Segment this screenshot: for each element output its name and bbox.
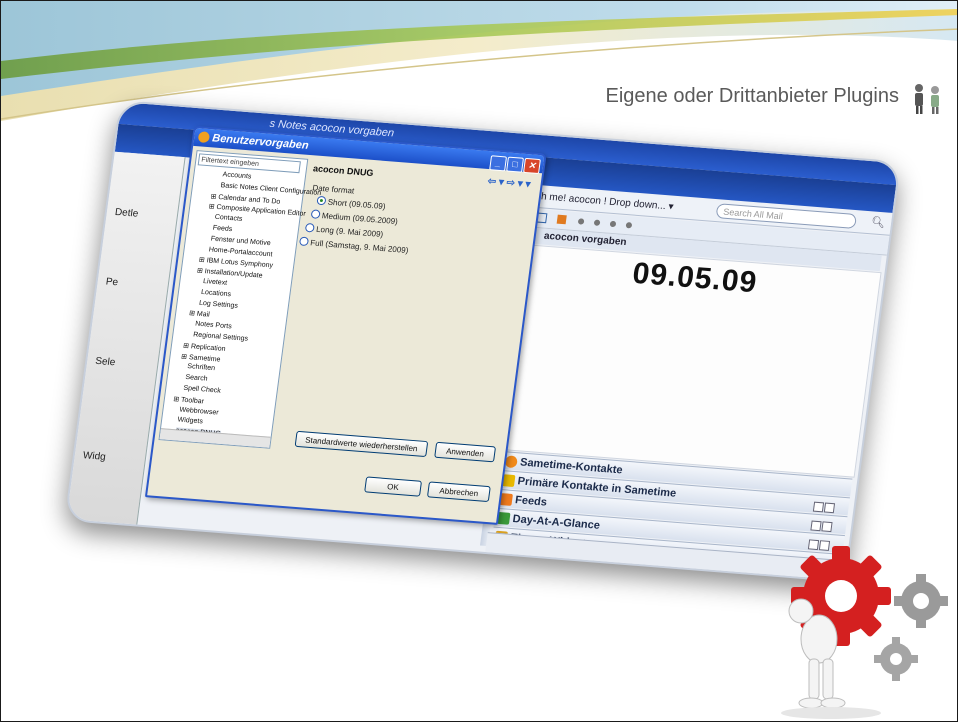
tree-item[interactable]: Notes Ports <box>195 321 232 331</box>
tree-item[interactable]: Regional Settings <box>193 331 249 342</box>
radio-label: Medium (09.05.2009) <box>321 211 399 227</box>
cancel-button[interactable]: Abbrechen <box>426 481 491 503</box>
tree-item-label: Spell Check <box>182 384 222 395</box>
radio-short[interactable]: Short (09.05.09) <box>316 195 387 212</box>
tree-item-label: Livetext <box>202 278 228 287</box>
minimize-icon[interactable]: _ <box>489 155 508 172</box>
tree-item[interactable]: ⊞ Toolbar <box>173 395 205 405</box>
app-icon <box>197 131 211 144</box>
ok-button[interactable]: OK <box>364 476 423 497</box>
tree-item[interactable]: Widgets <box>177 417 203 426</box>
gears-figure-icon <box>781 546 948 719</box>
radio-label: Long (9. Mai 2009) <box>315 224 384 239</box>
apply-button[interactable]: Anwenden <box>434 441 497 463</box>
row-controls[interactable] <box>807 518 841 550</box>
left-strip-item[interactable]: Pe <box>105 276 119 288</box>
tree-item[interactable]: Search <box>185 374 208 383</box>
tree-item[interactable]: ⊞ Sametime <box>181 352 221 363</box>
tree-item-label: Home-Portalaccount <box>208 245 273 258</box>
radio-icon <box>310 209 321 219</box>
row-controls[interactable] <box>810 500 843 531</box>
sidebar-row-label: Feeds <box>514 494 548 509</box>
slide-title: Eigene oder Drittanbieter Plugins <box>605 85 899 107</box>
preferences-dialog: Benutzervorgaben _ □ ✕ Filtertext eingeben… <box>144 125 547 525</box>
tree-item[interactable]: Accounts <box>222 171 252 180</box>
tree-item-label: Notes Ports <box>194 320 233 331</box>
tree-item-label: Log Settings <box>198 299 239 310</box>
left-strip-item[interactable]: Sele <box>95 356 116 368</box>
tree-item-label: Mail <box>196 311 211 320</box>
radio-long[interactable]: Long (9. Mai 2009) <box>304 222 384 239</box>
slide: Eigene oder Drittanbieter Plugins s Note… <box>0 0 958 722</box>
radio-label: Full (Samstag, 9. Mai 2009) <box>309 238 409 255</box>
tree-item[interactable]: Contacts <box>214 214 242 223</box>
screenshot: s Notes acocon vorgaben Detle Pe Sele Wi… <box>64 99 902 583</box>
tree-item[interactable]: Locations <box>201 289 232 298</box>
radio-icon <box>298 236 310 247</box>
left-strip-item[interactable]: Detle <box>114 207 139 220</box>
tree-item[interactable]: Fenster und Motive <box>210 235 271 247</box>
restore-defaults-button[interactable]: Standardwerte wiederherstellen <box>294 430 429 458</box>
radio-icon <box>304 222 315 233</box>
dialog-title: Benutzervorgaben <box>211 132 310 152</box>
radio-label: Short (09.05.09) <box>327 197 387 212</box>
tree-item[interactable]: Webbrowser <box>179 406 219 416</box>
tree-item[interactable]: Feeds <box>212 225 232 233</box>
notes-window: s Notes acocon vorgaben Detle Pe Sele Wi… <box>64 99 902 583</box>
tree-item[interactable]: Schriften <box>187 363 215 372</box>
tree-item[interactable]: Log Settings <box>199 299 239 309</box>
preferences-tree: Filtertext eingeben Accounts Basic Notes … <box>158 150 322 449</box>
close-icon[interactable]: ✕ <box>523 157 541 175</box>
people-icon <box>915 84 939 114</box>
left-strip-item[interactable]: Widg <box>82 450 106 463</box>
maximize-icon[interactable]: □ <box>506 156 524 173</box>
tree-item[interactable]: ⊞ Replication <box>183 341 226 352</box>
tree-item-label: Schriften <box>186 363 216 373</box>
tree-item-label: Toolbar <box>180 396 205 406</box>
filter-input[interactable]: Filtertext eingeben <box>197 153 301 174</box>
tree-item-label: Contacts <box>214 213 243 224</box>
toolbar-links[interactable]: sh me! acocon ! Drop down... ▾ <box>535 191 674 213</box>
radio-full[interactable]: Full (Samstag, 9. Mai 2009) <box>298 236 409 255</box>
radio-checked-icon <box>316 195 327 206</box>
tree-item[interactable]: Spell Check <box>183 385 221 395</box>
search-icon[interactable]: 🔍︎ <box>870 215 886 229</box>
tree-item-label: Webbrowser <box>179 406 219 417</box>
window-controls: _ □ ✕ <box>488 153 541 175</box>
tree-item-label: Locations <box>200 288 232 299</box>
tree-item[interactable]: Livetext <box>203 278 228 287</box>
tree-item-label: Feeds <box>212 224 233 234</box>
tree-item-label: Sametime <box>188 353 221 364</box>
tree-item-label: Replication <box>190 343 226 353</box>
tree-item-label: Accounts <box>222 171 252 181</box>
tree-item-label: Fenster und Motive <box>210 235 272 247</box>
nav-arrows-icon[interactable]: ⇦ ▾ ⇨ ▾ ▾ <box>486 173 531 194</box>
tree-item[interactable]: ⊞ Mail <box>189 309 211 319</box>
tree-item[interactable]: Home-Portalaccount <box>208 246 273 258</box>
preference-page-title: acocon DNUG <box>312 163 375 179</box>
tree-item-label: Search <box>184 374 208 383</box>
tree-item-label: Widgets <box>177 416 204 426</box>
tree-item-label: Regional Settings <box>192 331 249 343</box>
